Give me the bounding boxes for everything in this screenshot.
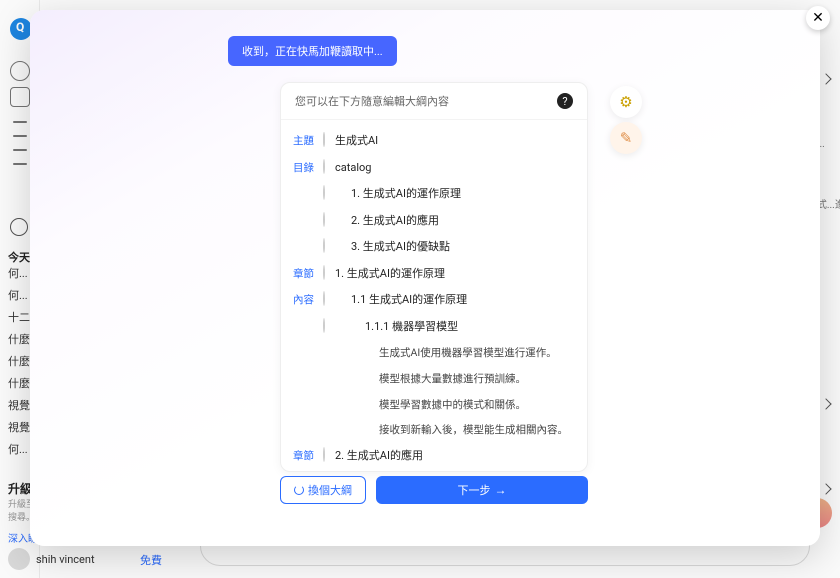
label-chapter: 章節: [293, 266, 323, 281]
label-chapter: 章節: [293, 448, 323, 463]
outline-row-catalog: 目錄 catalog: [293, 155, 575, 182]
content-point[interactable]: 生成式AI使用機器學習模型進行運作。: [335, 345, 557, 361]
content-point[interactable]: 接收到新輸入後，模型能生成相關內容。: [335, 422, 568, 438]
label-catalog: 目錄: [293, 160, 323, 175]
modal-actions: 換個大綱 下一步 →: [280, 476, 588, 504]
refresh-icon: [294, 485, 304, 495]
outline-body[interactable]: 主題 生成式AI 目錄 catalog 1. 生成式AI的運作原理 2. 生成式…: [281, 120, 587, 471]
close-button[interactable]: ✕: [806, 6, 830, 30]
edit-icon: ✎: [620, 129, 633, 147]
catalog-item[interactable]: 1. 生成式AI的運作原理: [335, 186, 461, 203]
label-theme: 主題: [293, 133, 323, 148]
swap-outline-button[interactable]: 換個大綱: [280, 476, 366, 504]
label-content: 內容: [293, 292, 323, 307]
content-point[interactable]: 模型學習數據中的模式和關係。: [335, 397, 526, 413]
next-step-button[interactable]: 下一步 →: [376, 476, 588, 504]
outline-row-chapter: 章節 1. 生成式AI的運作原理: [293, 261, 575, 288]
gear-icon: ⚙: [619, 93, 632, 111]
content-point[interactable]: 模型根據大量數據進行預訓練。: [335, 371, 526, 387]
outline-row-theme: 主題 生成式AI: [293, 128, 575, 155]
outline-card: 您可以在下方隨意編輯大綱內容 ? 主題 生成式AI 目錄 catalog 1. …: [280, 82, 588, 472]
chapter-title[interactable]: 1. 生成式AI的運作原理: [335, 266, 445, 283]
outline-hint: 您可以在下方隨意編輯大綱內容: [295, 93, 449, 109]
outline-header: 您可以在下方隨意編輯大綱內容 ?: [281, 83, 587, 120]
outline-modal: ✕ 收到，正在快馬加鞭讀取中... ⚙ ✎ 您可以在下方隨意編輯大綱內容 ? 主…: [30, 10, 820, 546]
outline-row-content: 內容 1.1 生成式AI的運作原理: [293, 287, 575, 314]
catalog-value[interactable]: catalog: [335, 160, 371, 177]
modal-overlay: ✕ 收到，正在快馬加鞭讀取中... ⚙ ✎ 您可以在下方隨意編輯大綱內容 ? 主…: [0, 0, 840, 578]
content-subheading[interactable]: 1.1.1 機器學習模型: [335, 319, 458, 336]
theme-value[interactable]: 生成式AI: [335, 133, 378, 150]
content-heading[interactable]: 1.1 生成式AI的運作原理: [335, 292, 467, 309]
catalog-item[interactable]: 2. 生成式AI的應用: [335, 213, 439, 230]
help-icon[interactable]: ?: [557, 93, 573, 109]
chapter-title[interactable]: 2. 生成式AI的應用: [335, 448, 423, 465]
outline-row-chapter: 章節 2. 生成式AI的應用: [293, 443, 575, 470]
arrow-right-icon: →: [495, 483, 507, 497]
edit-circle-button[interactable]: ✎: [610, 122, 642, 154]
catalog-item[interactable]: 3. 生成式AI的優缺點: [335, 239, 450, 256]
close-icon: ✕: [812, 10, 824, 26]
loading-toast: 收到，正在快馬加鞭讀取中...: [228, 36, 397, 66]
settings-circle-button[interactable]: ⚙: [610, 86, 642, 118]
